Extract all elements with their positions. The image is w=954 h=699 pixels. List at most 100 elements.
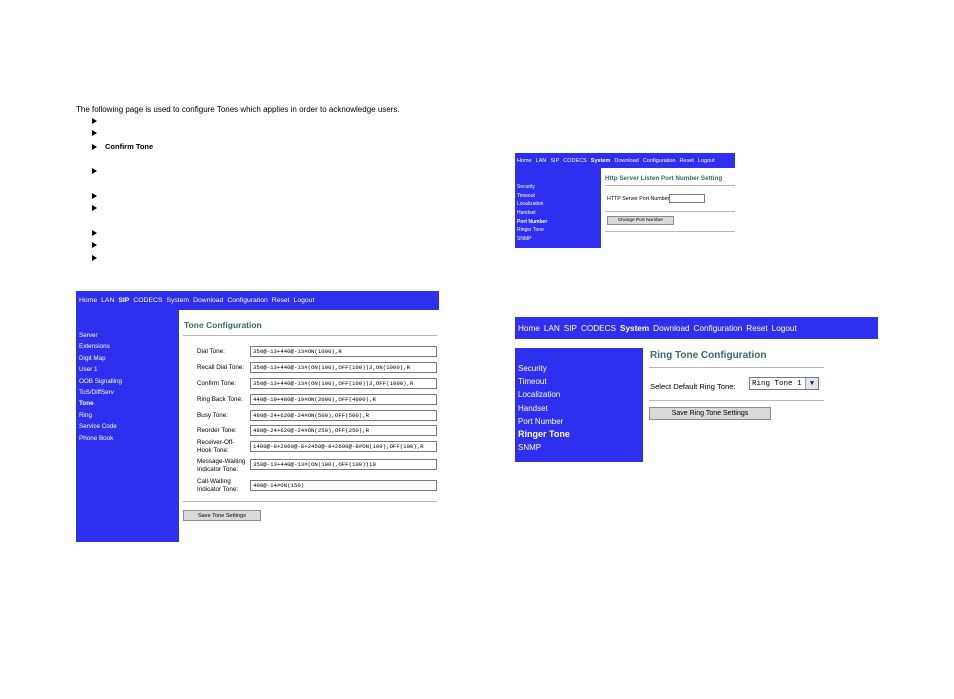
- divider: [183, 335, 437, 336]
- side-item-timeout[interactable]: Timeout: [518, 375, 643, 388]
- nav-logout[interactable]: Logout: [698, 158, 715, 164]
- nav-logout[interactable]: Logout: [772, 324, 797, 333]
- side-item-snmp[interactable]: SNMP: [517, 235, 601, 244]
- divider: [649, 367, 824, 368]
- side-item-localization[interactable]: Localization: [517, 200, 601, 209]
- save-ring-tone-settings-button[interactable]: Save Ring Tone Settings: [649, 407, 771, 420]
- bullet-item: [92, 193, 105, 199]
- ring-tone-select[interactable]: Ring Tone 1 ▼: [749, 377, 819, 390]
- nav-codecs[interactable]: CODECS: [563, 158, 587, 164]
- side-item-security[interactable]: Security: [518, 362, 643, 375]
- bullet-arrow-icon: [92, 118, 97, 124]
- side-item-handset[interactable]: Handset: [517, 209, 601, 218]
- tone-config-screenshot: Home LAN SIP CODECS System Download Conf…: [76, 291, 439, 542]
- side-item-tone[interactable]: Tone: [79, 398, 179, 409]
- nav-home[interactable]: Home: [79, 297, 97, 304]
- nav-sip[interactable]: SIP: [550, 158, 559, 164]
- side-item-ringer-tone[interactable]: Ringer Tone: [518, 428, 643, 441]
- side-item-service-code[interactable]: Service Code: [79, 421, 179, 432]
- side-item-tos-diffserv[interactable]: ToS/DiffServ: [79, 387, 179, 398]
- side-menu: Server Extensions Digit Map User 1 OOB S…: [76, 310, 179, 542]
- nav-lan[interactable]: LAN: [544, 324, 560, 333]
- receiver-off-hook-tone-field[interactable]: 1400@-8+2060@-8+2450@-8+2600@-8#ON(100),…: [250, 441, 437, 452]
- page-title: Http Server Listen Port Number Setting: [605, 175, 723, 182]
- side-item-ring[interactable]: Ring: [79, 410, 179, 421]
- page-title: Tone Configuration: [184, 320, 262, 330]
- nav-configuration[interactable]: Configuration: [694, 324, 743, 333]
- bullet-item: [92, 118, 105, 124]
- side-item-security[interactable]: Security: [517, 183, 601, 192]
- bullet-arrow-icon: [92, 130, 97, 136]
- busy-tone-field[interactable]: 480@-24+620@-24#ON(500),OFF(500),R: [250, 410, 437, 421]
- nav-logout[interactable]: Logout: [294, 297, 315, 304]
- side-item-port-number[interactable]: Port Number: [518, 415, 643, 428]
- nav-system[interactable]: System: [166, 297, 189, 304]
- side-item-ringer-tone[interactable]: Ringer Tone: [517, 226, 601, 235]
- side-item-snmp[interactable]: SNMP: [518, 441, 643, 454]
- recall-dial-tone-field[interactable]: 350@-13+440@-13#(ON(100),OFF(100))3,ON(1…: [250, 362, 437, 373]
- bullet-arrow-icon: [92, 168, 97, 174]
- bullet-arrow-icon: [92, 242, 97, 248]
- divider: [605, 211, 735, 212]
- nav-configuration[interactable]: Configuration: [643, 158, 676, 164]
- nav-configuration[interactable]: Configuration: [227, 297, 267, 304]
- page-title: Ring Tone Configuration: [650, 350, 767, 361]
- side-item-user-1[interactable]: User 1: [79, 364, 179, 375]
- bullet-item: [92, 205, 105, 211]
- bullet-arrow-icon: [92, 230, 97, 236]
- call-waiting-tone-field[interactable]: 400@-14#ON(150): [250, 480, 437, 491]
- side-item-handset[interactable]: Handset: [518, 402, 643, 415]
- side-item-phone-book[interactable]: Phone Book: [79, 433, 179, 444]
- nav-codecs[interactable]: CODECS: [581, 324, 616, 333]
- confirm-tone-label: Confirm Tone:: [197, 380, 237, 387]
- bullet-item: [92, 242, 105, 248]
- side-item-timeout[interactable]: Timeout: [517, 192, 601, 201]
- reorder-tone-field[interactable]: 480@-24+620@-24#ON(250),OFF(250),R: [250, 425, 437, 436]
- side-menu: Security Timeout Localization Handset Po…: [515, 168, 601, 248]
- message-waiting-tone-field[interactable]: 350@-13+440@-13#(ON(100),OFF(100))10: [250, 459, 437, 470]
- nav-download[interactable]: Download: [653, 324, 689, 333]
- nav-lan[interactable]: LAN: [101, 297, 114, 304]
- nav-system[interactable]: System: [620, 324, 649, 333]
- nav-download[interactable]: Download: [193, 297, 223, 304]
- bullet-text: Confirm Tone: [105, 142, 154, 151]
- bullet-item: [92, 230, 105, 236]
- bullet-arrow-icon: [92, 143, 97, 150]
- recall-dial-tone-label: Recall Dial Tone:: [197, 364, 245, 371]
- nav-lan[interactable]: LAN: [536, 158, 547, 164]
- chevron-down-icon[interactable]: ▼: [805, 378, 818, 389]
- nav-codecs[interactable]: CODECS: [133, 297, 162, 304]
- divider: [649, 400, 824, 401]
- change-port-number-button[interactable]: Change Port Number: [607, 216, 674, 225]
- bullet-arrow-icon: [92, 193, 97, 199]
- dial-tone-field[interactable]: 350@-13+440@-13#ON(1000),R: [250, 346, 437, 357]
- nav-home[interactable]: Home: [517, 158, 532, 164]
- side-item-oob-signalling[interactable]: OOB Signalling: [79, 376, 179, 387]
- nav-download[interactable]: Download: [614, 158, 638, 164]
- port-number-screenshot: Home LAN SIP CODECS System Download Conf…: [515, 153, 735, 248]
- ring-back-tone-field[interactable]: 440@-19+480@-19#ON(2000),OFF(4000),R: [250, 394, 437, 405]
- divider: [605, 231, 735, 232]
- busy-tone-label: Busy Tone:: [197, 412, 229, 419]
- message-waiting-tone-label: Message-Waiting Indicator Tone:: [197, 458, 246, 473]
- nav-sip[interactable]: SIP: [564, 324, 577, 333]
- ring-back-tone-label: Ring Back Tone:: [197, 396, 243, 403]
- nav-reset[interactable]: Reset: [746, 324, 767, 333]
- side-item-server[interactable]: Server: [79, 330, 179, 341]
- confirm-tone-field[interactable]: 350@-13+440@-13#(ON(100),OFF(100))3,OFF(…: [250, 378, 437, 389]
- port-number-input[interactable]: [669, 194, 705, 203]
- nav-home[interactable]: Home: [518, 324, 540, 333]
- ring-tone-select-value: Ring Tone 1: [752, 379, 802, 388]
- side-menu: Security Timeout Localization Handset Po…: [515, 348, 643, 462]
- nav-sip[interactable]: SIP: [118, 297, 129, 304]
- side-item-digit-map[interactable]: Digit Map: [79, 353, 179, 364]
- side-item-extensions[interactable]: Extensions: [79, 341, 179, 352]
- nav-system[interactable]: System: [591, 158, 611, 164]
- side-item-port-number[interactable]: Port Number: [517, 218, 601, 227]
- nav-reset[interactable]: Reset: [680, 158, 694, 164]
- side-item-localization[interactable]: Localization: [518, 388, 643, 401]
- receiver-off-hook-tone-label: Receiver-Off-Hook Tone:: [197, 439, 235, 454]
- nav-reset[interactable]: Reset: [272, 297, 290, 304]
- save-tone-settings-button[interactable]: Save Tone Settings: [183, 510, 261, 521]
- divider: [183, 501, 437, 502]
